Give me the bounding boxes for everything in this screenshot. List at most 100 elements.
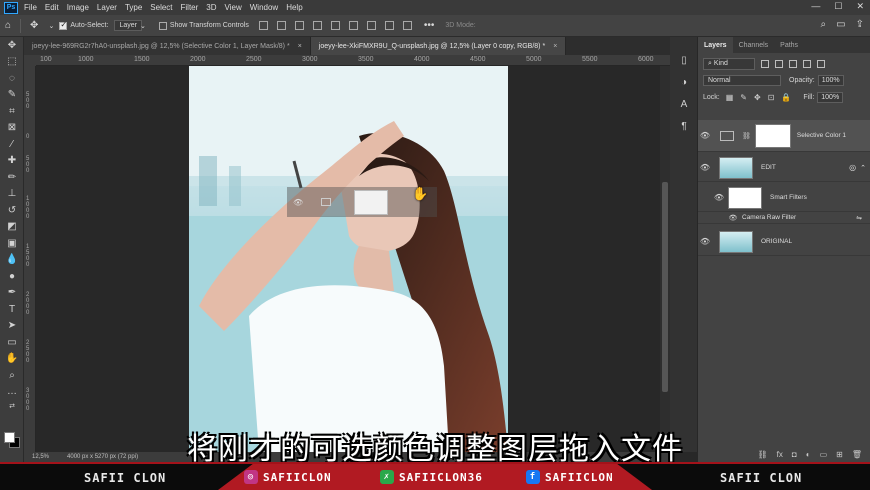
- lock-position-icon[interactable]: ✥: [754, 93, 761, 102]
- auto-select-checkbox[interactable]: [59, 20, 68, 30]
- align-left-icon[interactable]: [258, 21, 268, 30]
- path-select-tool-icon[interactable]: ➤: [0, 318, 24, 335]
- menu-edit[interactable]: Edit: [45, 3, 59, 12]
- menu-image[interactable]: Image: [67, 3, 89, 12]
- vertical-scrollbar[interactable]: [660, 66, 670, 452]
- layer-row-edit[interactable]: 👁 EDIT ◎ ⌃: [698, 154, 870, 182]
- tab-document-2[interactable]: joeyy-lee-XkiFMXR9U_Q-unsplash.jpg @ 12,…: [310, 37, 567, 55]
- chevron-down-icon[interactable]: ⌄: [48, 22, 54, 30]
- paragraph-icon[interactable]: ¶: [670, 117, 698, 135]
- align-bottom-icon[interactable]: [348, 21, 358, 30]
- smart-filter-mask-thumbnail[interactable]: [728, 186, 762, 209]
- filter-pixel-icon[interactable]: [761, 59, 769, 68]
- workspace-icon[interactable]: ▭: [836, 19, 845, 30]
- tab-paths[interactable]: Paths: [774, 37, 804, 53]
- shape-tool-icon[interactable]: ▭: [0, 334, 24, 351]
- camera-raw-filter-row[interactable]: 👁 Camera Raw Filter ⇋: [698, 212, 870, 224]
- scrollbar-thumb[interactable]: [662, 182, 668, 392]
- distribute-middle-icon[interactable]: [384, 21, 394, 30]
- character-icon[interactable]: A: [670, 95, 698, 113]
- lock-artboard-icon[interactable]: ⊡: [768, 93, 775, 102]
- document-photo[interactable]: [189, 66, 508, 452]
- tab-document-1[interactable]: joeyy-lee-969RG2r7hA0-unsplash.jpg @ 12,…: [24, 37, 311, 55]
- minimize-icon[interactable]: —: [811, 1, 820, 12]
- crop-tool-icon[interactable]: ⌗: [0, 103, 24, 120]
- move-tool-icon[interactable]: ✥: [0, 37, 24, 54]
- close-window-icon[interactable]: ✕: [856, 1, 864, 12]
- frame-tool-icon[interactable]: ⊠: [0, 120, 24, 137]
- eyedropper-tool-icon[interactable]: ⁄: [0, 136, 24, 153]
- distribute-top-icon[interactable]: [366, 21, 376, 30]
- align-right-icon[interactable]: [294, 21, 304, 30]
- close-icon[interactable]: ×: [298, 43, 302, 50]
- more-tools-icon[interactable]: …: [0, 384, 24, 401]
- layer-row-original[interactable]: 👁 ORIGINAL: [698, 228, 870, 256]
- lock-all-icon[interactable]: 🔒: [781, 93, 791, 102]
- eraser-tool-icon[interactable]: ◩: [0, 219, 24, 236]
- chevron-up-icon[interactable]: ⌃: [860, 164, 866, 172]
- smart-filters-row[interactable]: 👁 Smart Filters: [698, 184, 870, 212]
- align-center-icon[interactable]: [276, 21, 286, 30]
- quick-select-tool-icon[interactable]: ✎: [0, 87, 24, 104]
- layer-thumbnail[interactable]: [719, 156, 753, 179]
- more-options-icon[interactable]: •••: [424, 20, 435, 31]
- menu-window[interactable]: Window: [250, 3, 278, 12]
- dodge-tool-icon[interactable]: ●: [0, 268, 24, 285]
- auto-select-dropdown[interactable]: Layer: [114, 20, 142, 31]
- filter-type-icon[interactable]: [789, 59, 797, 68]
- home-icon[interactable]: ⌂: [5, 20, 11, 31]
- filter-shape-icon[interactable]: [803, 59, 811, 68]
- smart-filter-icon[interactable]: ◎: [849, 163, 856, 172]
- menu-view[interactable]: View: [225, 3, 242, 12]
- maximize-icon[interactable]: ☐: [834, 1, 842, 12]
- tab-channels[interactable]: Channels: [733, 37, 775, 53]
- libraries-icon[interactable]: ▯: [670, 51, 698, 69]
- layer-thumbnail[interactable]: [719, 230, 753, 253]
- align-top-icon[interactable]: [312, 21, 322, 30]
- share-icon[interactable]: ⇪: [856, 19, 864, 30]
- show-transform-checkbox[interactable]: [158, 21, 167, 30]
- type-tool-icon[interactable]: T: [0, 301, 24, 318]
- distribute-bottom-icon[interactable]: [402, 21, 412, 30]
- adjustments-icon[interactable]: ◑: [670, 73, 698, 91]
- menu-file[interactable]: File: [24, 3, 37, 12]
- gradient-tool-icon[interactable]: ▣: [0, 235, 24, 252]
- menu-type[interactable]: Type: [125, 3, 142, 12]
- hand-tool-icon[interactable]: ✋: [0, 351, 24, 368]
- stamp-tool-icon[interactable]: ⊥: [0, 186, 24, 203]
- eye-icon[interactable]: 👁: [726, 214, 740, 222]
- zoom-tool-icon[interactable]: ⌕: [0, 367, 24, 384]
- eye-icon[interactable]: 👁: [698, 163, 712, 172]
- blend-mode-dropdown[interactable]: Normal: [703, 75, 781, 86]
- layer-row-selective-color[interactable]: 👁 ⛓ Selective Color 1: [698, 120, 870, 152]
- close-icon[interactable]: ×: [553, 43, 557, 50]
- lock-pixels-icon[interactable]: ▦: [726, 93, 734, 102]
- filter-options-icon[interactable]: ⇋: [856, 214, 862, 222]
- healing-tool-icon[interactable]: ✚: [0, 153, 24, 170]
- menu-help[interactable]: Help: [286, 3, 302, 12]
- layer-mask-thumbnail[interactable]: [754, 123, 791, 148]
- fill-field[interactable]: 100%: [817, 92, 844, 103]
- marquee-tool-icon[interactable]: ⬚: [0, 54, 24, 71]
- history-brush-icon[interactable]: ↺: [0, 202, 24, 219]
- filter-smart-object-icon[interactable]: [817, 59, 825, 68]
- search-icon[interactable]: ⌕: [821, 19, 827, 30]
- swap-colors-icon[interactable]: ⇄: [0, 400, 24, 412]
- kind-filter-dropdown[interactable]: ⌕ Kind: [703, 57, 755, 70]
- pen-tool-icon[interactable]: ✒: [0, 285, 24, 302]
- filter-adjustment-icon[interactable]: [775, 59, 783, 68]
- lasso-tool-icon[interactable]: ◌: [0, 70, 24, 87]
- opacity-field[interactable]: 100%: [817, 75, 844, 86]
- menu-filter[interactable]: Filter: [181, 3, 199, 12]
- align-middle-icon[interactable]: [330, 21, 340, 30]
- blur-tool-icon[interactable]: 💧: [0, 252, 24, 269]
- brush-tool-icon[interactable]: ✏: [0, 169, 24, 186]
- tab-layers[interactable]: Layers: [698, 37, 733, 53]
- eye-icon[interactable]: 👁: [698, 131, 712, 140]
- eye-icon[interactable]: 👁: [712, 193, 726, 202]
- move-tool-icon[interactable]: ✥: [30, 20, 38, 31]
- menu-select[interactable]: Select: [150, 3, 172, 12]
- menu-layer[interactable]: Layer: [97, 3, 117, 12]
- menu-3d[interactable]: 3D: [206, 3, 216, 12]
- lock-paint-icon[interactable]: ✎: [740, 93, 747, 102]
